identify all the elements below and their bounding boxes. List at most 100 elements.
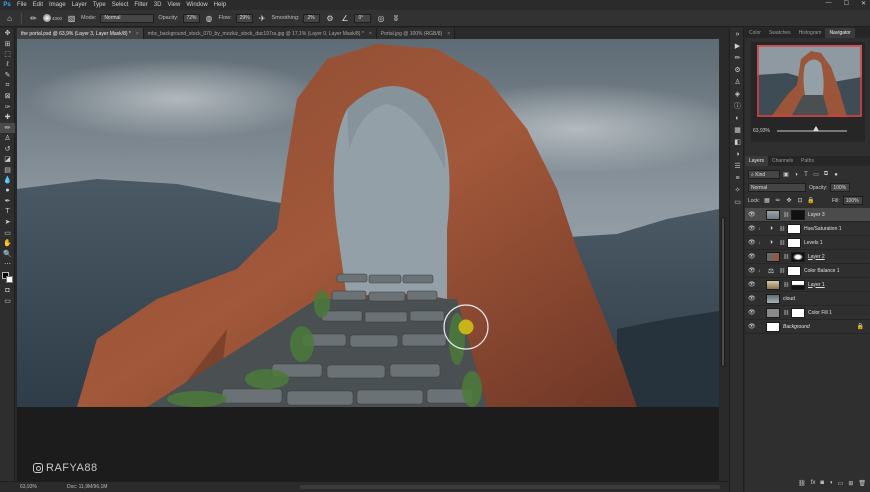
brush-settings-icon[interactable]: ✏: [730, 52, 745, 64]
status-doc-size[interactable]: Doc: 11,9M/96,1M: [67, 484, 107, 490]
symmetry-icon[interactable]: ʬ: [390, 13, 401, 24]
visibility-eye-icon[interactable]: 👁: [748, 295, 756, 302]
menu-image[interactable]: Image: [46, 2, 69, 8]
crop-icon[interactable]: ⌗: [0, 81, 15, 92]
brush-tool-preset-icon[interactable]: ✏: [28, 13, 39, 24]
fx-icon[interactable]: fx: [811, 480, 816, 486]
menu-window[interactable]: Window: [183, 2, 210, 8]
hand-icon[interactable]: ✋: [0, 238, 15, 249]
minimize-button[interactable]: —: [826, 0, 832, 7]
layer-row-layer-2[interactable]: 👁 ⛓ Layer 2: [745, 250, 870, 264]
layer-mask-thumbnail[interactable]: [791, 209, 805, 220]
layer-mask-thumbnail[interactable]: [791, 279, 805, 290]
filter-smart-object-icon[interactable]: ⧉: [822, 171, 830, 178]
tab-layers[interactable]: Layers: [745, 156, 769, 166]
filter-adjustment-icon[interactable]: ◑: [792, 172, 800, 178]
lock-all-icon[interactable]: 🔒: [807, 197, 815, 204]
layers-icon[interactable]: ◧: [730, 136, 745, 148]
blur-icon[interactable]: 💧: [0, 175, 15, 186]
visibility-eye-icon[interactable]: 👁: [748, 281, 756, 288]
close-window-button[interactable]: ✕: [861, 0, 866, 7]
trash-icon[interactable]: 🗑: [858, 480, 866, 487]
type-icon[interactable]: T: [0, 207, 15, 218]
link-icon[interactable]: ⛓: [798, 480, 806, 487]
brush-icon[interactable]: ✏: [0, 122, 15, 133]
maximize-button[interactable]: ☐: [844, 0, 849, 7]
home-icon[interactable]: ⌂: [4, 13, 15, 24]
screen-mode-icon[interactable]: ▭: [0, 296, 15, 307]
layer-mask-thumbnail[interactable]: [791, 251, 805, 262]
visibility-eye-icon[interactable]: 👁: [748, 309, 756, 316]
horizontal-scrollbar[interactable]: [300, 485, 720, 489]
navigator-zoom-knob[interactable]: [813, 126, 819, 131]
filter-shape-icon[interactable]: ▭: [812, 171, 820, 178]
angle-input[interactable]: 0°: [354, 13, 372, 23]
gradient-icon[interactable]: ▤: [0, 165, 15, 176]
new-layer-icon[interactable]: ⊞: [848, 480, 853, 487]
move-icon[interactable]: ✥: [0, 28, 15, 39]
pressure-size-icon[interactable]: ◎: [375, 13, 386, 24]
artboard-icon[interactable]: ⊞: [0, 39, 15, 50]
brush-preset-picker[interactable]: 4000: [43, 14, 62, 22]
flow-input[interactable]: 29%: [235, 13, 253, 23]
play-icon[interactable]: ▶: [730, 40, 745, 52]
layer-row-layer-3[interactable]: 👁 ⛓ Layer 3: [745, 208, 870, 222]
link-chain-icon[interactable]: ⛓: [783, 254, 789, 260]
document-artwork[interactable]: [17, 39, 719, 407]
filter-pixel-icon[interactable]: ▣: [782, 171, 790, 178]
swatches-icon[interactable]: ▦: [730, 124, 745, 136]
tab-histogram[interactable]: Histogram: [795, 28, 826, 38]
marquee-icon[interactable]: ⬚: [0, 49, 15, 60]
visibility-eye-icon[interactable]: 👁: [748, 267, 756, 274]
tab-color[interactable]: Color: [745, 28, 765, 38]
add-mask-icon[interactable]: ◙: [820, 480, 824, 486]
smoothing-input[interactable]: 2%: [303, 13, 321, 23]
tab-paths[interactable]: Paths: [797, 156, 818, 166]
layer-row-color-balance-1[interactable]: 👁 ↓ ⚖ ⛓ Color Balance 1: [745, 264, 870, 278]
tab-navigator[interactable]: Navigator: [825, 28, 855, 38]
layer-row-levels-1[interactable]: 👁 ↓ ◑ ⛓ Levels 1: [745, 236, 870, 250]
frame-icon[interactable]: ⊠: [0, 91, 15, 102]
filter-toggle-icon[interactable]: ●: [832, 172, 840, 178]
link-chain-icon[interactable]: ⛓: [783, 212, 789, 218]
paths-icon[interactable]: ✧: [730, 184, 745, 196]
dodge-icon[interactable]: ●: [0, 186, 15, 197]
rectangle-tool-icon[interactable]: ▭: [0, 228, 15, 239]
color-icon[interactable]: ◐: [730, 112, 745, 124]
visibility-eye-icon[interactable]: 👁: [748, 253, 756, 260]
tab-mbc-background[interactable]: mbc_background_stock_070_by_mozkiz_stock…: [143, 28, 377, 39]
layer-row-color-fill-1[interactable]: 👁 ⛓ Color Fill 1: [745, 306, 870, 320]
3d-icon[interactable]: ◈: [730, 88, 745, 100]
mode-select[interactable]: Normal: [100, 13, 155, 23]
visibility-eye-icon[interactable]: 👁: [748, 239, 756, 246]
brush-settings-toggle-icon[interactable]: ▧: [66, 13, 77, 24]
kind-filter-select[interactable]: ⌕ Kind: [748, 170, 780, 179]
adjustments-icon[interactable]: ◑: [730, 148, 745, 160]
tab-the-portal[interactable]: the portal.psd @ 63,9% (Layer 3, Layer M…: [17, 28, 144, 39]
pressure-opacity-icon[interactable]: ◍: [204, 13, 215, 24]
blend-mode-select[interactable]: Normal: [748, 183, 806, 192]
menu-file[interactable]: File: [14, 2, 30, 8]
link-chain-icon[interactable]: ⛓: [783, 310, 789, 316]
menu-help[interactable]: Help: [211, 2, 229, 8]
navigator-zoom-slider[interactable]: [777, 130, 847, 132]
clone-stamp-icon[interactable]: ♙: [0, 133, 15, 144]
layer-row-background[interactable]: 👁 Background 🔒: [745, 320, 870, 334]
color-swatches[interactable]: [0, 270, 15, 286]
airbrush-icon[interactable]: ✈: [257, 13, 268, 24]
zoom-icon[interactable]: 🔍: [0, 249, 15, 260]
lock-position-icon[interactable]: ✥: [785, 197, 793, 204]
history-brush-icon[interactable]: ↺: [0, 144, 15, 155]
lasso-icon[interactable]: ℓ: [0, 60, 15, 71]
background-color-swatch[interactable]: [6, 275, 13, 283]
lock-transparent-icon[interactable]: ▦: [763, 197, 771, 204]
layer-mask-thumbnail[interactable]: [791, 307, 805, 318]
menu-3d[interactable]: 3D: [151, 2, 165, 8]
opacity-input[interactable]: 72%: [182, 13, 200, 23]
new-adjustment-icon[interactable]: ◑: [829, 480, 833, 486]
lock-image-icon[interactable]: ✏: [774, 197, 782, 204]
scrollbar-thumb[interactable]: [721, 217, 725, 367]
layer-mask-thumbnail[interactable]: [787, 223, 801, 234]
filter-type-icon[interactable]: T: [802, 172, 810, 178]
link-chain-icon[interactable]: ⛓: [783, 282, 789, 288]
